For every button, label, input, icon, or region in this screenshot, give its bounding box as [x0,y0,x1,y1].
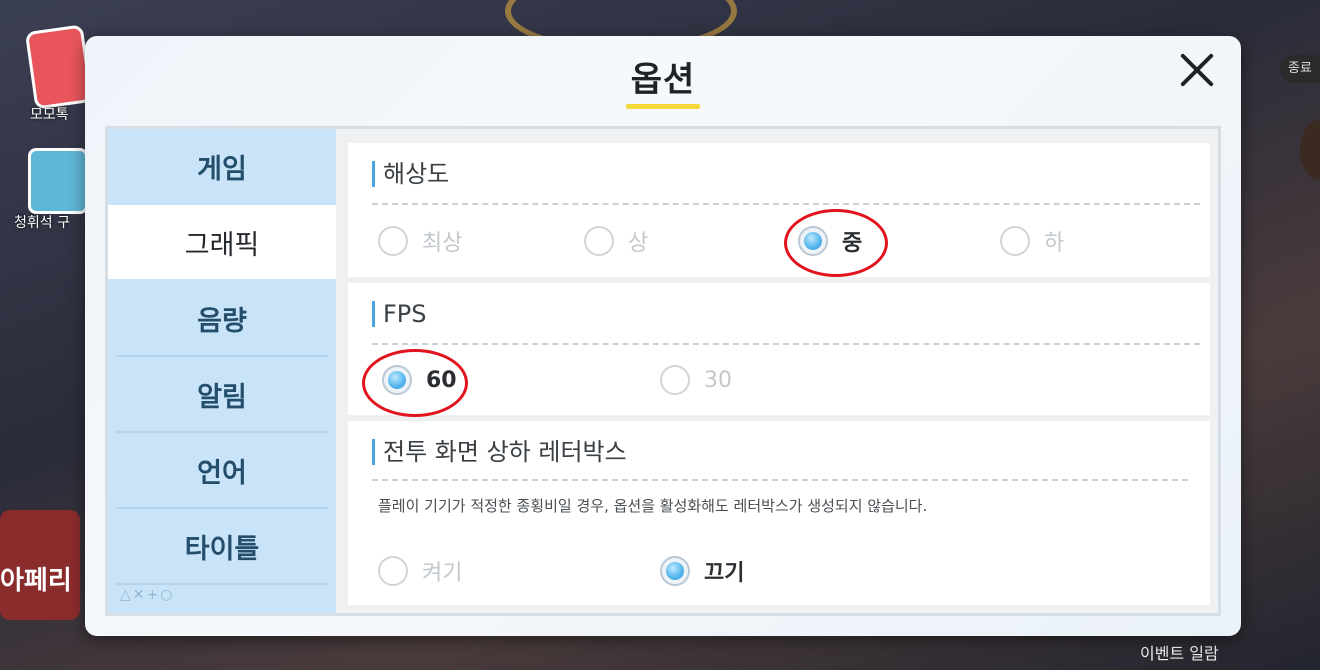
fps-title: FPS [372,301,427,327]
radio-button[interactable] [584,226,614,256]
resolution-option-high[interactable]: 상 [584,225,648,257]
radio-button-selected[interactable] [382,365,412,395]
radio-button[interactable] [660,365,690,395]
option-label: 상 [628,231,649,256]
fps-option-60[interactable]: 60 [382,365,457,395]
section-divider [372,343,1200,345]
options-sidebar: 게임 그래픽 음량 알림 언어 타이틀 △✕+○ [108,129,336,613]
tab-language[interactable]: 언어 [108,433,336,507]
tab-graphics[interactable]: 그래픽 [108,205,336,279]
momotalk-icon [24,24,94,110]
fps-section: FPS 60 30 [348,283,1210,417]
option-label: 켜기 [422,561,463,586]
dialog-header: 옵션 [85,36,1241,109]
section-divider [372,203,1200,205]
momotalk-label: 모모톡 [30,107,69,123]
graphics-settings-panel: 해상도 최상 상 중 하 FPS 60 30 전투 화면 상하 레터박스 플레이… [336,129,1218,613]
exit-badge: 종료 [1280,55,1320,83]
tab-divider [116,583,328,585]
letterbox-description: 플레이 기기가 적정한 종횡비일 경우, 옵션을 활성화해도 레터박스가 생성되… [378,497,928,515]
resolution-option-low[interactable]: 하 [1000,225,1064,257]
letterbox-option-on[interactable]: 켜기 [378,555,462,587]
resolution-option-medium[interactable]: 중 [798,225,862,257]
event-list-label: 이벤트 일람 [1140,644,1219,663]
dialog-body: 게임 그래픽 음량 알림 언어 타이틀 △✕+○ 해상도 최상 상 중 하 FP… [105,126,1221,616]
shop-bag-icon [28,148,88,214]
letterbox-option-off[interactable]: 끄기 [660,555,744,587]
fps-option-30[interactable]: 30 [660,365,732,395]
close-icon[interactable] [1177,50,1217,90]
radio-button[interactable] [378,226,408,256]
poster-text: 아페리 [0,566,72,596]
radio-button[interactable] [1000,226,1030,256]
radio-button[interactable] [378,556,408,586]
letterbox-title: 전투 화면 상하 레터박스 [372,439,627,465]
tab-title[interactable]: 타이틀 [108,509,336,583]
option-label: 60 [426,367,457,393]
radio-button-selected[interactable] [798,226,828,256]
tab-game[interactable]: 게임 [108,129,336,203]
letterbox-section: 전투 화면 상하 레터박스 플레이 기기가 적정한 종횡비일 경우, 옵션을 활… [348,421,1210,605]
shop-label: 청휘석 구 [14,215,70,231]
sidebar-decoration: △✕+○ [120,587,175,603]
radio-button-selected[interactable] [660,556,690,586]
section-divider [372,479,1188,481]
options-dialog: 옵션 게임 그래픽 음량 알림 언어 타이틀 △✕+○ 해상도 최상 상 중 하… [85,36,1241,636]
title-underline [626,104,700,109]
tab-volume[interactable]: 음량 [108,281,336,355]
option-label: 중 [842,231,863,256]
resolution-section: 해상도 최상 상 중 하 [348,143,1210,277]
option-label: 30 [704,367,732,393]
character-avatar [1300,120,1320,180]
option-label: 하 [1044,231,1065,256]
tab-notifications[interactable]: 알림 [108,357,336,431]
option-label: 끄기 [704,561,745,586]
resolution-option-highest[interactable]: 최상 [378,225,462,257]
dialog-title: 옵션 [630,60,696,100]
option-label: 최상 [422,231,463,256]
resolution-title: 해상도 [372,161,449,187]
